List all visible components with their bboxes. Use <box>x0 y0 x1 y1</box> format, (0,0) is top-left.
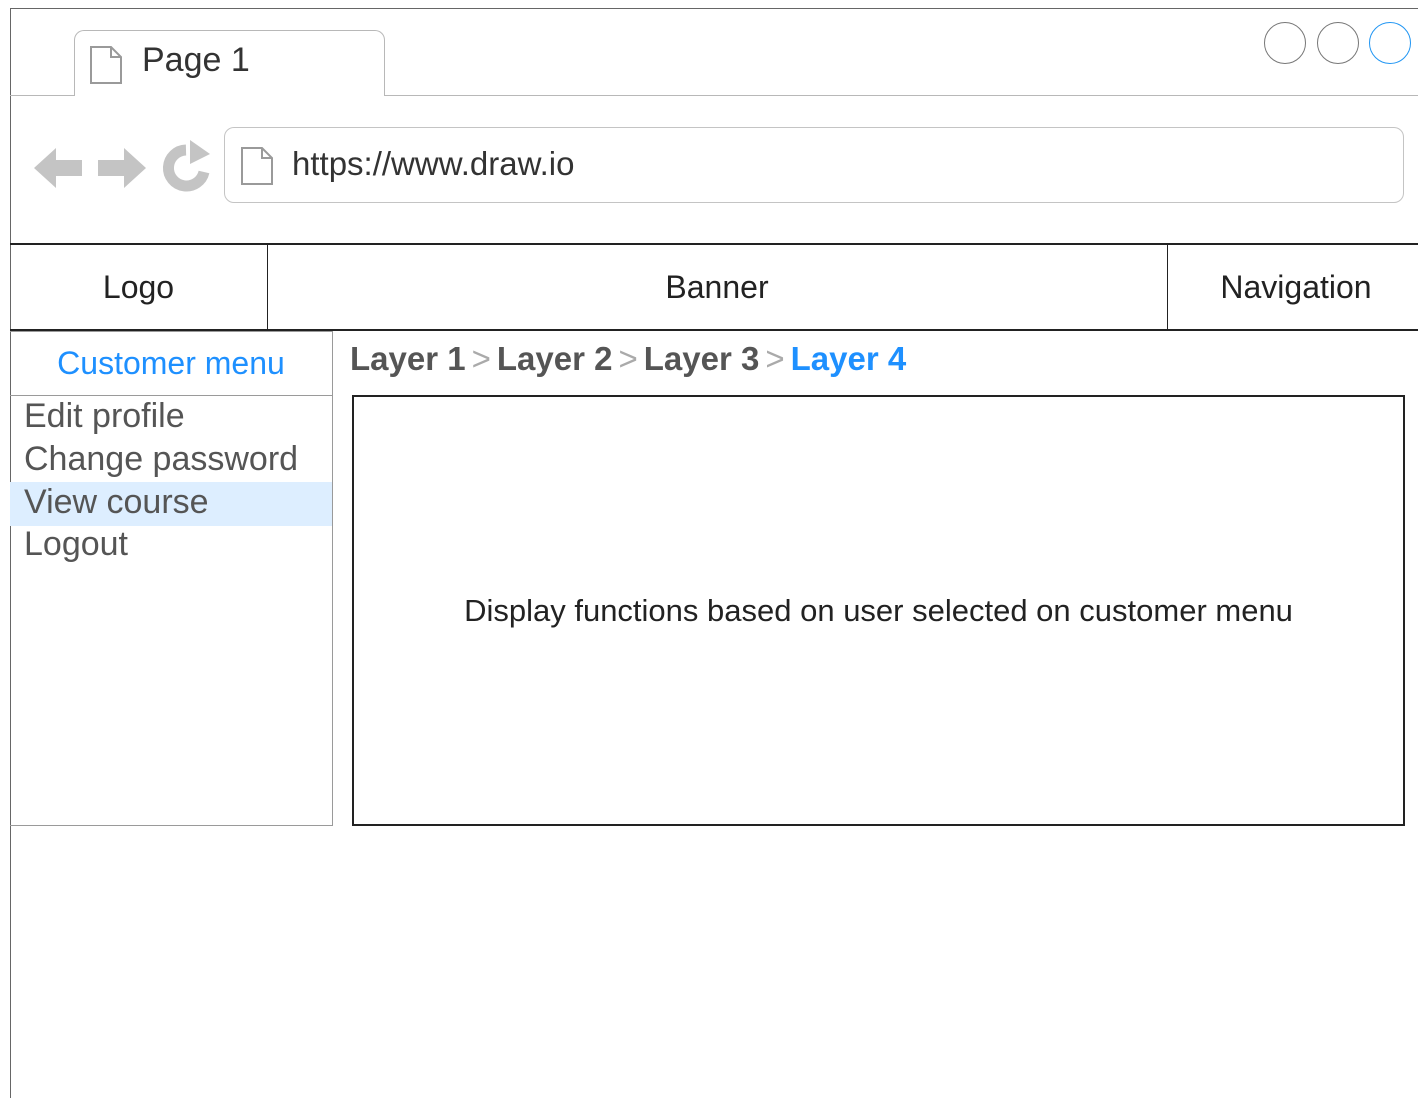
back-arrow-icon[interactable] <box>32 140 84 201</box>
menu-item-edit-profile[interactable]: Edit profile <box>10 396 332 440</box>
tab-title: Page 1 <box>142 41 250 79</box>
breadcrumb-item[interactable]: Layer 1 <box>350 340 466 377</box>
forward-arrow-icon[interactable] <box>96 140 148 201</box>
close-button[interactable] <box>1369 22 1411 64</box>
url-text[interactable]: https://www.draw.io <box>292 145 574 183</box>
menu-item-view-course[interactable]: View course <box>10 482 332 526</box>
navigation[interactable]: Navigation <box>1167 245 1418 329</box>
customer-menu: Customer menu Edit profile Change passwo… <box>10 331 333 826</box>
content-text: Display functions based on user selected… <box>464 592 1293 628</box>
minimize-button[interactable] <box>1264 22 1306 64</box>
page-header: Logo Banner Navigation <box>10 243 1418 331</box>
logo[interactable]: Logo <box>10 245 268 329</box>
breadcrumb: Layer 1 > Layer 2 > Layer 3 > Layer 4 <box>350 340 906 384</box>
page-icon <box>89 45 123 90</box>
breadcrumb-separator: > <box>471 340 491 377</box>
menu-item-change-password[interactable]: Change password <box>10 439 332 483</box>
maximize-button[interactable] <box>1317 22 1359 64</box>
banner: Banner <box>267 245 1168 329</box>
page-icon <box>240 146 274 191</box>
breadcrumb-separator: > <box>618 340 638 377</box>
browser-tab[interactable]: Page 1 <box>74 30 385 96</box>
address-bar[interactable]: https://www.draw.io <box>224 127 1404 203</box>
breadcrumb-separator: > <box>765 340 785 377</box>
customer-menu-title: Customer menu <box>10 332 332 396</box>
menu-item-logout[interactable]: Logout <box>10 524 332 568</box>
breadcrumb-item[interactable]: Layer 2 <box>497 340 613 377</box>
breadcrumb-current: Layer 4 <box>790 340 907 377</box>
content-area: Display functions based on user selected… <box>352 395 1405 826</box>
refresh-icon[interactable] <box>160 140 212 201</box>
breadcrumb-item[interactable]: Layer 3 <box>644 340 760 377</box>
